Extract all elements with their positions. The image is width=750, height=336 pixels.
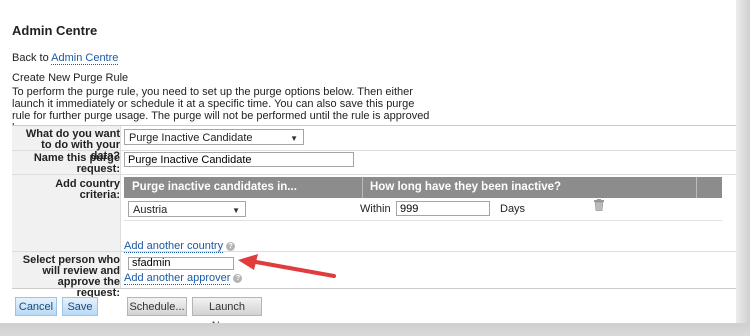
- country-select[interactable]: Austria ▼: [128, 201, 246, 217]
- data-action-value: Purge Inactive Candidate: [129, 132, 253, 144]
- annotation-arrow: [238, 254, 336, 278]
- country-table-header: Purge inactive candidates in... How long…: [124, 177, 722, 198]
- add-approver-link[interactable]: Add another approver: [124, 272, 231, 285]
- back-prefix: Back to: [12, 52, 52, 64]
- launch-now-button[interactable]: Launch Now...: [192, 297, 262, 332]
- window-edge: [0, 323, 750, 335]
- days-input[interactable]: [396, 201, 490, 216]
- section-subtitle: Create New Purge Rule: [12, 72, 129, 84]
- country-value: Austria: [133, 204, 168, 216]
- col-country-header: Purge inactive candidates in...: [132, 181, 297, 193]
- add-country-row: Add another country ?: [124, 240, 236, 253]
- page-title: Admin Centre: [12, 23, 98, 38]
- trash-icon[interactable]: [594, 199, 604, 214]
- days-label: Days: [500, 203, 526, 215]
- country-row: Austria ▼ Within Days: [124, 198, 722, 221]
- add-approver-row: Add another approver ?: [124, 272, 243, 285]
- approver-label: Select person who will review and approv…: [22, 254, 120, 299]
- data-action-select[interactable]: Purge Inactive Candidate ▼: [124, 129, 304, 145]
- purge-name-input[interactable]: [124, 152, 354, 167]
- purge-form: What do you want to do with your data? P…: [12, 125, 737, 299]
- country-criteria-label: Add country criteria:: [55, 178, 120, 201]
- admin-centre-link[interactable]: Admin Centre: [51, 52, 119, 65]
- cancel-button[interactable]: Cancel: [15, 297, 57, 316]
- divider: [12, 150, 737, 151]
- breadcrumb: Back to Admin Centre: [12, 52, 119, 65]
- divider: [12, 251, 737, 252]
- chevron-down-icon: ▼: [290, 134, 298, 143]
- divider: [12, 174, 737, 175]
- within-label: Within: [360, 203, 391, 215]
- add-country-link[interactable]: Add another country: [124, 240, 224, 253]
- col-inactive-header: How long have they been inactive?: [370, 181, 562, 193]
- admin-panel: Admin Centre Back to Admin Centre Create…: [0, 0, 750, 332]
- schedule-button[interactable]: Schedule...: [127, 297, 187, 316]
- approver-input[interactable]: [128, 257, 234, 270]
- save-button[interactable]: Save: [62, 297, 98, 316]
- chevron-down-icon: ▼: [232, 206, 240, 215]
- window-edge: [736, 0, 750, 335]
- help-icon[interactable]: ?: [226, 241, 236, 251]
- column-separator: [362, 177, 363, 198]
- purge-name-label: Name this purge request:: [33, 152, 120, 175]
- column-separator: [696, 177, 697, 198]
